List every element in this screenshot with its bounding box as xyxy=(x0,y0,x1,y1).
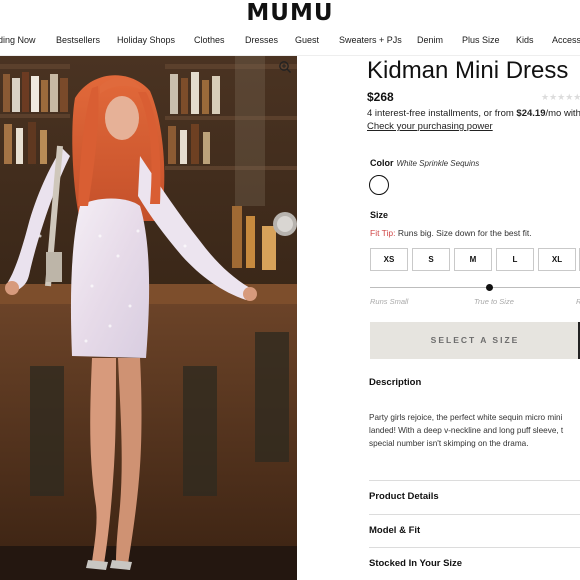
description-line: landed! With a deep v-neckline and long … xyxy=(369,426,564,435)
fit-scale-track xyxy=(370,287,580,288)
accordion-stocked-in-size[interactable]: Stocked In Your Size xyxy=(369,558,462,570)
product-price: $268 xyxy=(367,90,394,104)
accordion-divider xyxy=(369,514,580,515)
description-line: Party girls rejoice, the perfect white s… xyxy=(369,413,563,422)
nav-item-clothes[interactable]: Clothes xyxy=(194,33,225,47)
rating-stars[interactable]: ★★★★★ xyxy=(541,91,580,103)
nav-item-holiday-shops[interactable]: Holiday Shops xyxy=(117,33,175,47)
nav-item-dresses[interactable]: Dresses xyxy=(245,33,278,47)
fit-scale-runs-small: Runs Small xyxy=(370,297,409,306)
description-line: special number isn't skimping on the dra… xyxy=(369,439,529,448)
site-header: MUMU ding Now Bestsellers Holiday Shops … xyxy=(0,0,580,56)
product-image[interactable] xyxy=(0,56,297,580)
site-logo[interactable]: MUMU xyxy=(0,0,580,26)
nav-item-denim[interactable]: Denim xyxy=(417,33,443,47)
installments-suffix: /mo with s xyxy=(545,108,580,119)
nav-item-shopping-now[interactable]: ding Now xyxy=(0,33,36,47)
accordion-product-details[interactable]: Product Details xyxy=(369,491,439,503)
color-swatch-white[interactable] xyxy=(369,175,389,195)
fit-tip-label: Fit Tip: xyxy=(370,228,396,238)
select-size-button[interactable]: SELECT A SIZE xyxy=(370,322,580,359)
size-option-xs[interactable]: XS xyxy=(370,248,408,271)
accordion-model-fit[interactable]: Model & Fit xyxy=(369,525,420,537)
size-label: Size xyxy=(370,210,389,220)
size-option-m[interactable]: M xyxy=(454,248,492,271)
installments-prefix: 4 interest-free installments, or from xyxy=(367,108,517,119)
size-option-l[interactable]: L xyxy=(496,248,534,271)
fit-scale-indicator xyxy=(486,284,494,291)
installments-amount: $24.19 xyxy=(516,108,546,119)
description-title[interactable]: Description xyxy=(369,377,421,389)
accordion-divider xyxy=(369,480,580,481)
nav-item-bestsellers[interactable]: Bestsellers xyxy=(56,33,100,47)
nav-item-kids[interactable]: Kids xyxy=(516,33,534,47)
fit-tip: Fit Tip: Runs big. Size down for the bes… xyxy=(370,227,532,239)
accordion-divider xyxy=(369,547,580,548)
fit-scale-runs-large: R xyxy=(576,297,580,307)
nav-item-plus-size[interactable]: Plus Size xyxy=(462,33,500,47)
fit-scale-true-to-size: True to Size xyxy=(474,297,514,306)
purchasing-power-link[interactable]: Check your purchasing power xyxy=(367,121,493,133)
installments-text: 4 interest-free installments, or from $2… xyxy=(367,108,580,120)
color-value: White Sprinkle Sequins xyxy=(396,159,480,168)
nav-item-accessories[interactable]: Access xyxy=(552,33,580,47)
fit-tip-text: Runs big. Size down for the best fit. xyxy=(397,228,532,238)
zoom-icon[interactable] xyxy=(278,60,292,74)
description-body: Party girls rejoice, the perfect white s… xyxy=(369,411,580,450)
main-nav: ding Now Bestsellers Holiday Shops Cloth… xyxy=(0,33,580,47)
color-label: Color White Sprinkle Sequins xyxy=(370,157,479,170)
product-title: Kidman Mini Dress xyxy=(367,57,569,84)
nav-item-sweaters-pjs[interactable]: Sweaters + PJs xyxy=(339,33,402,47)
size-option-s[interactable]: S xyxy=(412,248,450,271)
size-option-xl[interactable]: XL xyxy=(538,248,576,271)
nav-item-guest[interactable]: Guest xyxy=(295,33,319,47)
color-label-key: Color xyxy=(370,158,394,168)
